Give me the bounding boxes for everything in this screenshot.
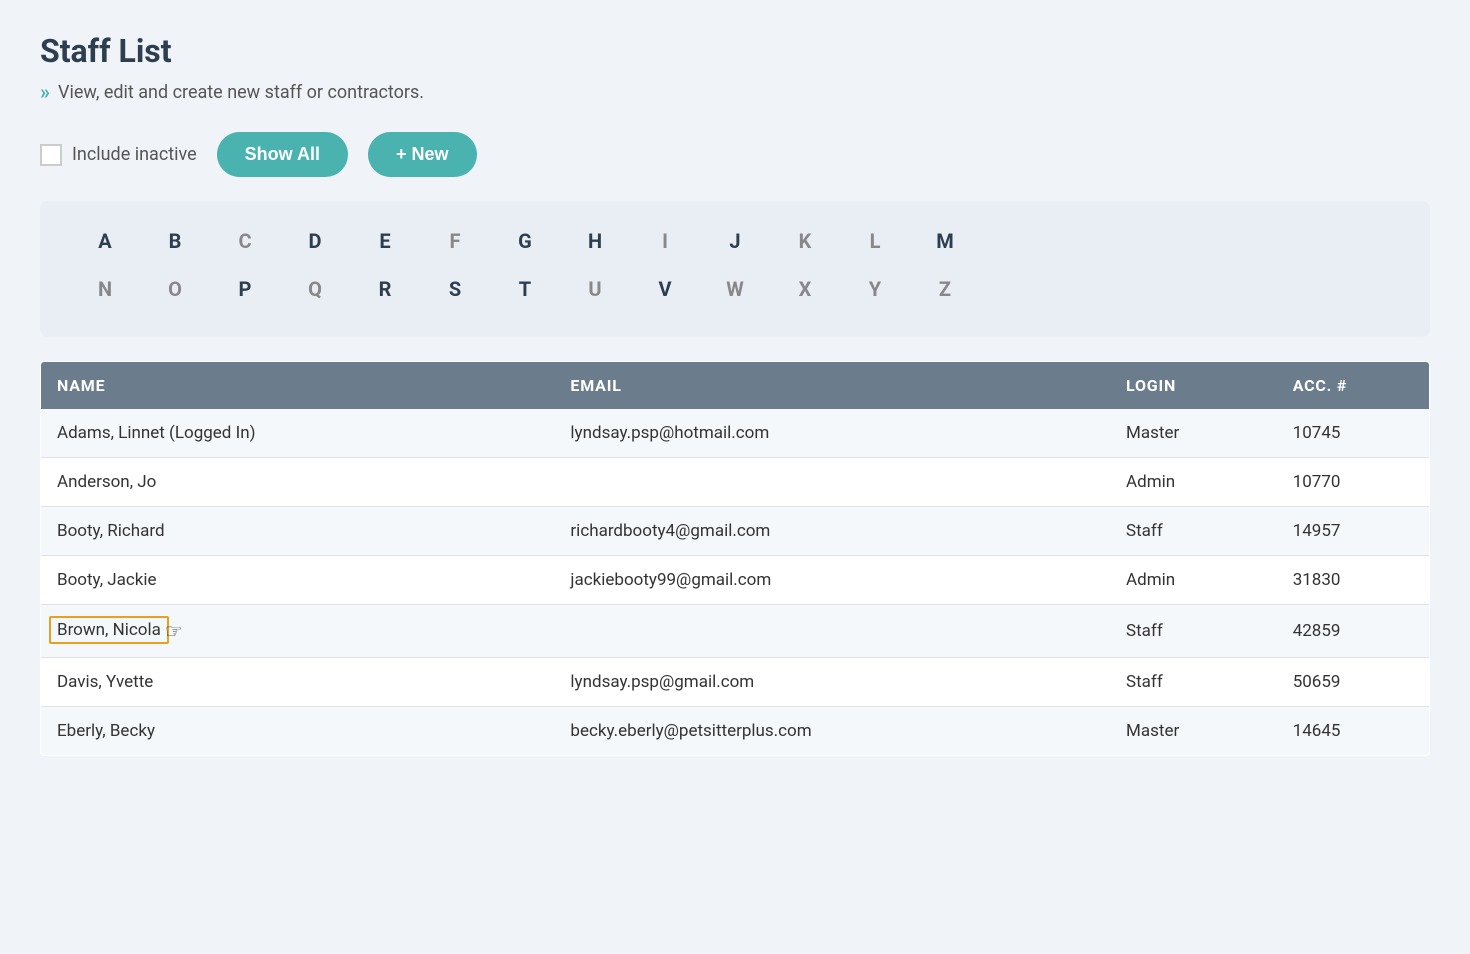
cell-name[interactable]: Eberly, Becky (41, 707, 555, 756)
alpha-letter-c[interactable]: C (210, 221, 280, 261)
cell-email: richardbooty4@gmail.com (554, 507, 1110, 556)
cell-name[interactable]: Booty, Richard (41, 507, 555, 556)
cell-email: jackiebooty99@gmail.com (554, 556, 1110, 605)
alpha-letter-q[interactable]: Q (280, 269, 350, 309)
table-row[interactable]: Booty, Jackiejackiebooty99@gmail.comAdmi… (41, 556, 1430, 605)
cell-email (554, 458, 1110, 507)
include-inactive-checkbox[interactable] (40, 144, 62, 166)
alpha-letter-n[interactable]: N (70, 269, 140, 309)
staff-table: NAME EMAIL LOGIN ACC. # Adams, Linnet (L… (40, 361, 1430, 756)
cell-email: lyndsay.psp@gmail.com (554, 658, 1110, 707)
alpha-letter-u[interactable]: U (560, 269, 630, 309)
table-row[interactable]: Eberly, Beckybecky.eberly@petsitterplus.… (41, 707, 1430, 756)
alpha-letter-s[interactable]: S (420, 269, 490, 309)
alphabet-row-2: NOPQRSTUVWXYZ (70, 269, 1400, 309)
table-row[interactable]: Anderson, Jo Admin10770 (41, 458, 1430, 507)
cell-email: becky.eberly@petsitterplus.com (554, 707, 1110, 756)
cell-name[interactable]: Anderson, Jo (41, 458, 555, 507)
table-header-row: NAME EMAIL LOGIN ACC. # (41, 362, 1430, 410)
cell-login: Staff (1110, 507, 1277, 556)
cell-email: lyndsay.psp@hotmail.com (554, 409, 1110, 458)
cell-login: Staff (1110, 658, 1277, 707)
cell-acc: 31830 (1277, 556, 1430, 605)
col-header-login: LOGIN (1110, 362, 1277, 410)
subtitle-text: View, edit and create new staff or contr… (58, 82, 424, 103)
alpha-letter-w[interactable]: W (700, 269, 770, 309)
include-inactive-text: Include inactive (72, 144, 197, 165)
alpha-letter-h[interactable]: H (560, 221, 630, 261)
alpha-letter-d[interactable]: D (280, 221, 350, 261)
controls-row: Include inactive Show All + New (40, 132, 1430, 177)
cell-acc: 42859 (1277, 605, 1430, 658)
alpha-letter-t[interactable]: T (490, 269, 560, 309)
cell-acc: 14957 (1277, 507, 1430, 556)
table-row[interactable]: Davis, Yvettelyndsay.psp@gmail.comStaff5… (41, 658, 1430, 707)
arrows-icon: » (40, 80, 50, 104)
cell-name[interactable]: Brown, Nicola☞ (41, 605, 555, 658)
cell-acc: 50659 (1277, 658, 1430, 707)
alpha-letter-o[interactable]: O (140, 269, 210, 309)
alphabet-row-1: ABCDEFGHIJKLM (70, 221, 1400, 261)
alpha-letter-k[interactable]: K (770, 221, 840, 261)
include-inactive-label[interactable]: Include inactive (40, 144, 197, 166)
alpha-letter-l[interactable]: L (840, 221, 910, 261)
staff-table-body: Adams, Linnet (Logged In)lyndsay.psp@hot… (41, 409, 1430, 756)
cell-login: Admin (1110, 556, 1277, 605)
alpha-letter-i[interactable]: I (630, 221, 700, 261)
cell-acc: 10745 (1277, 409, 1430, 458)
alpha-letter-v[interactable]: V (630, 269, 700, 309)
alpha-letter-e[interactable]: E (350, 221, 420, 261)
cell-name[interactable]: Adams, Linnet (Logged In) (41, 409, 555, 458)
cell-login: Master (1110, 707, 1277, 756)
cell-name[interactable]: Davis, Yvette (41, 658, 555, 707)
cell-login: Staff (1110, 605, 1277, 658)
alpha-letter-b[interactable]: B (140, 221, 210, 261)
show-all-button[interactable]: Show All (217, 132, 348, 177)
cell-name[interactable]: Booty, Jackie (41, 556, 555, 605)
cell-login: Admin (1110, 458, 1277, 507)
new-button[interactable]: + New (368, 132, 477, 177)
cell-login: Master (1110, 409, 1277, 458)
alpha-letter-x[interactable]: X (770, 269, 840, 309)
alpha-letter-z[interactable]: Z (910, 269, 980, 309)
cell-acc: 14645 (1277, 707, 1430, 756)
alphabet-filter: ABCDEFGHIJKLM NOPQRSTUVWXYZ (40, 201, 1430, 337)
alpha-letter-r[interactable]: R (350, 269, 420, 309)
subtitle-row: » View, edit and create new staff or con… (40, 80, 1430, 104)
alpha-letter-y[interactable]: Y (840, 269, 910, 309)
page-title: Staff List (40, 32, 1430, 70)
col-header-acc: ACC. # (1277, 362, 1430, 410)
alpha-letter-g[interactable]: G (490, 221, 560, 261)
cell-email (554, 605, 1110, 658)
col-header-email: EMAIL (554, 362, 1110, 410)
alpha-letter-a[interactable]: A (70, 221, 140, 261)
alpha-letter-m[interactable]: M (910, 221, 980, 261)
table-row[interactable]: Booty, Richardrichardbooty4@gmail.comSta… (41, 507, 1430, 556)
alpha-letter-j[interactable]: J (700, 221, 770, 261)
table-row[interactable]: Adams, Linnet (Logged In)lyndsay.psp@hot… (41, 409, 1430, 458)
alpha-letter-f[interactable]: F (420, 221, 490, 261)
alpha-letter-p[interactable]: P (210, 269, 280, 309)
cell-acc: 10770 (1277, 458, 1430, 507)
col-header-name: NAME (41, 362, 555, 410)
table-row[interactable]: Brown, Nicola☞ Staff42859 (41, 605, 1430, 658)
